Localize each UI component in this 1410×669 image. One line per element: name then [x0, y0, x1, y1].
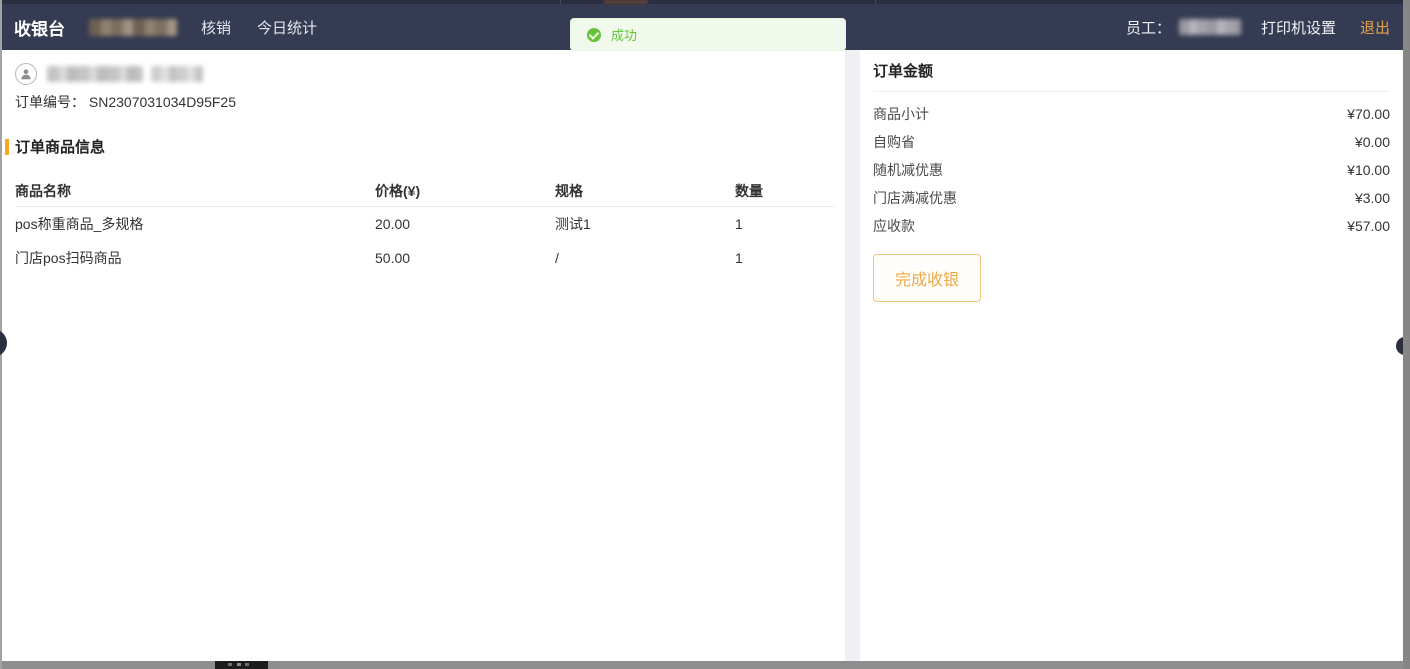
- check-circle-icon: [587, 28, 601, 42]
- summary-title: 订单金额: [873, 60, 1390, 81]
- nav-item-verify[interactable]: 核销: [201, 17, 231, 38]
- panel-divider: [845, 50, 860, 661]
- favicon-smudge: [604, 0, 648, 4]
- section-title-text: 订单商品信息: [15, 136, 105, 157]
- printer-settings-button[interactable]: 打印机设置: [1261, 17, 1336, 38]
- employee-name-redacted: [1179, 19, 1241, 35]
- summary-value: ¥3.00: [1355, 190, 1390, 206]
- cell-price: 50.00: [375, 250, 555, 266]
- summary-value: ¥57.00: [1347, 218, 1390, 234]
- summary-label: 应收款: [873, 216, 915, 236]
- table-header-row: 商品名称 价格(¥) 规格 数量: [15, 175, 835, 207]
- order-number-value: SN2307031034D95F25: [89, 94, 236, 110]
- goods-table: 商品名称 价格(¥) 规格 数量 pos称重商品_多规格 20.00 测试1 1…: [15, 175, 835, 275]
- summary-label: 自购省: [873, 132, 915, 152]
- col-header-spec: 规格: [555, 181, 735, 201]
- cell-qty: 1: [735, 250, 835, 266]
- table-row: 门店pos扫码商品 50.00 / 1: [15, 241, 835, 275]
- tab-divider: [875, 0, 876, 4]
- customer-row: [15, 62, 845, 86]
- summary-row-self-purchase-saving: 自购省 ¥0.00: [873, 128, 1390, 156]
- success-toast: 成功: [570, 18, 846, 51]
- table-row: pos称重商品_多规格 20.00 测试1 1: [15, 207, 835, 241]
- summary-value: ¥0.00: [1355, 134, 1390, 150]
- order-number-label: 订单编号：: [15, 94, 85, 110]
- summary-value: ¥70.00: [1347, 106, 1390, 122]
- cell-qty: 1: [735, 216, 835, 232]
- section-accent-bar: [5, 139, 9, 155]
- summary-divider: [873, 91, 1390, 92]
- section-title: 订单商品信息: [5, 136, 845, 157]
- summary-label: 随机减优惠: [873, 160, 943, 180]
- tab-divider: [560, 0, 561, 4]
- cell-product-name: 门店pos扫码商品: [15, 248, 375, 268]
- summary-row-subtotal: 商品小计 ¥70.00: [873, 100, 1390, 128]
- employee-label: 员工：: [1126, 17, 1171, 38]
- summary-label: 商品小计: [873, 104, 929, 124]
- col-header-name: 商品名称: [15, 181, 375, 201]
- customer-name-redacted-2: [151, 66, 203, 82]
- customer-name-redacted: [47, 66, 143, 82]
- nav-item-today-stats[interactable]: 今日统计: [257, 17, 317, 38]
- summary-row-store-discount: 门店满减优惠 ¥3.00: [873, 184, 1390, 212]
- cashier-window: 收银台 核销 今日统计 员工： 打印机设置 退出 成功 订单编号： SN2307…: [0, 0, 1410, 669]
- cell-spec: 测试1: [555, 214, 735, 234]
- user-avatar-icon: [15, 63, 37, 85]
- order-number-line: 订单编号： SN2307031034D95F25: [15, 92, 845, 112]
- col-header-price: 价格(¥): [375, 181, 555, 201]
- col-header-qty: 数量: [735, 181, 835, 201]
- browser-tabstrip-sliver: [0, 0, 1410, 4]
- order-amount-panel: 订单金额 商品小计 ¥70.00 自购省 ¥0.00 随机减优惠 ¥10.00 …: [860, 50, 1403, 661]
- cell-price: 20.00: [375, 216, 555, 232]
- taskbar-icons: [215, 661, 268, 669]
- summary-value: ¥10.00: [1347, 162, 1390, 178]
- cell-spec: /: [555, 250, 735, 266]
- taskbar-strip: [0, 661, 1410, 669]
- cell-product-name: pos称重商品_多规格: [15, 214, 375, 234]
- summary-row-amount-due: 应收款 ¥57.00: [873, 212, 1390, 240]
- summary-rows: 商品小计 ¥70.00 自购省 ¥0.00 随机减优惠 ¥10.00 门店满减优…: [873, 100, 1390, 240]
- logout-button[interactable]: 退出: [1360, 17, 1390, 38]
- toast-message: 成功: [611, 25, 637, 44]
- window-right-edge: [1403, 0, 1410, 669]
- summary-row-random-discount: 随机减优惠 ¥10.00: [873, 156, 1390, 184]
- summary-label: 门店满减优惠: [873, 188, 957, 208]
- order-detail-panel: 订单编号： SN2307031034D95F25 订单商品信息 商品名称 价格(…: [2, 50, 845, 661]
- complete-checkout-button[interactable]: 完成收银: [873, 254, 981, 302]
- store-name-redacted: [89, 19, 177, 36]
- app-title: 收银台: [14, 15, 65, 40]
